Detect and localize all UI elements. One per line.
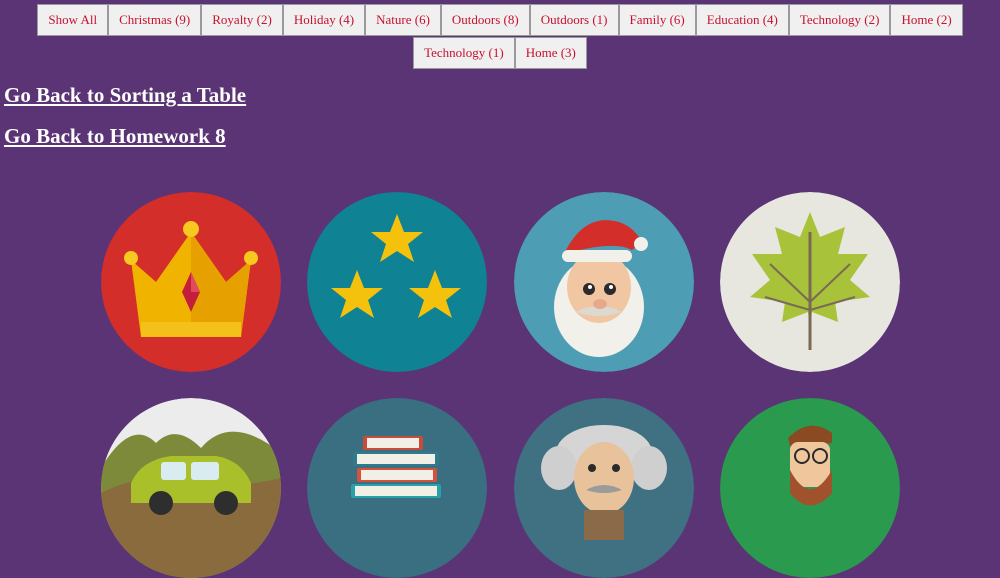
hipster-man-icon bbox=[720, 398, 900, 578]
filter-button-bar: Show All Christmas (9) Royalty (2) Holid… bbox=[0, 4, 1000, 70]
filter-home-2-button[interactable]: Home (3) bbox=[514, 37, 587, 69]
filter-show-all-button[interactable]: Show All bbox=[37, 4, 109, 36]
filter-row-1: Show All Christmas (9) Royalty (2) Holid… bbox=[0, 4, 1000, 37]
leaf-image[interactable] bbox=[720, 192, 900, 372]
crown-image[interactable] bbox=[101, 192, 281, 372]
books-image[interactable] bbox=[307, 398, 487, 578]
books-icon bbox=[307, 398, 487, 578]
filter-technology-button[interactable]: Technology (2) bbox=[788, 4, 891, 36]
filter-education-button[interactable]: Education (4) bbox=[695, 4, 789, 36]
car-image[interactable] bbox=[101, 398, 281, 578]
filter-outdoors-button[interactable]: Outdoors (8) bbox=[440, 4, 530, 36]
stars-icon bbox=[307, 192, 487, 372]
filter-holiday-button[interactable]: Holiday (4) bbox=[282, 4, 366, 36]
filter-royalty-button[interactable]: Royalty (2) bbox=[201, 4, 283, 36]
stars-image[interactable] bbox=[307, 192, 487, 372]
filter-christmas-button[interactable]: Christmas (9) bbox=[108, 4, 202, 36]
filter-home-button[interactable]: Home (2) bbox=[890, 4, 963, 36]
einstein-image[interactable] bbox=[514, 398, 694, 578]
go-back-homework8-link[interactable]: Go Back to Homework 8 bbox=[4, 124, 226, 149]
go-back-sorting-table-link[interactable]: Go Back to Sorting a Table bbox=[4, 83, 246, 108]
filter-row-2: Technology (1) Home (3) bbox=[0, 37, 1000, 70]
einstein-icon bbox=[514, 398, 694, 578]
crown-icon bbox=[101, 192, 281, 372]
filter-nature-button[interactable]: Nature (6) bbox=[365, 4, 441, 36]
leaf-icon bbox=[720, 192, 900, 372]
santa-image[interactable] bbox=[514, 192, 694, 372]
filter-technology-2-button[interactable]: Technology (1) bbox=[413, 37, 515, 69]
filter-family-button[interactable]: Family (6) bbox=[618, 4, 696, 36]
car-icon bbox=[101, 398, 281, 578]
filter-outdoors-2-button[interactable]: Outdoors (1) bbox=[529, 4, 619, 36]
santa-icon bbox=[514, 192, 694, 372]
hipster-man-image[interactable] bbox=[720, 398, 900, 578]
